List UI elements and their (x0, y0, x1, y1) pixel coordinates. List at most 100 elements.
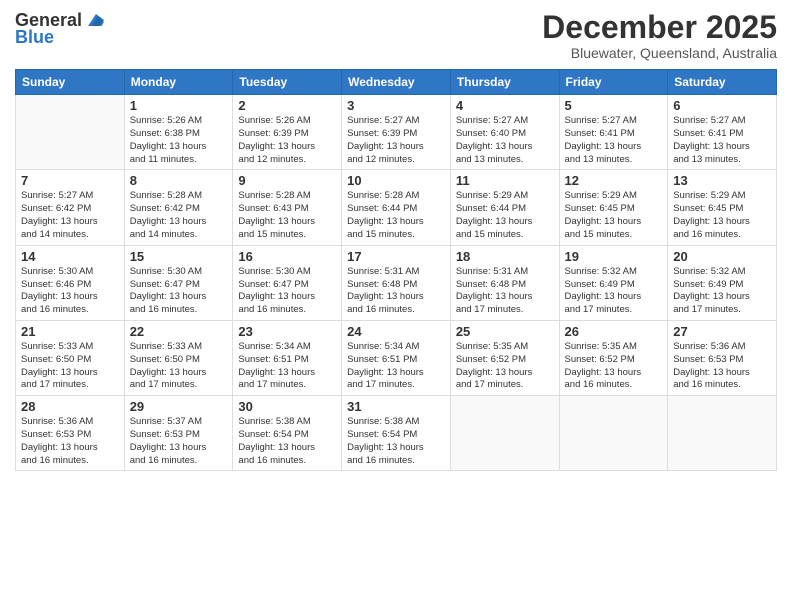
day-info: Sunrise: 5:33 AMSunset: 6:50 PMDaylight:… (130, 341, 228, 392)
day-info: Sunrise: 5:26 AMSunset: 6:39 PMDaylight:… (238, 115, 336, 166)
calendar-week-row: 21 Sunrise: 5:33 AMSunset: 6:50 PMDayligh… (16, 320, 777, 395)
day-number: 21 (21, 324, 119, 339)
table-row: 29 Sunrise: 5:37 AMSunset: 6:53 PMDayligh… (124, 396, 233, 471)
day-number: 5 (565, 98, 663, 113)
table-row: 31 Sunrise: 5:38 AMSunset: 6:54 PMDayligh… (342, 396, 451, 471)
day-number: 17 (347, 249, 445, 264)
day-number: 23 (238, 324, 336, 339)
day-info: Sunrise: 5:27 AMSunset: 6:42 PMDaylight:… (21, 190, 119, 241)
table-row: 21Sunrise: 5:33 AMSunset: 6:50 PMDayligh… (16, 320, 125, 395)
day-info: Sunrise: 5:30 AMSunset: 6:47 PMDaylight:… (238, 266, 336, 317)
table-row: 14 Sunrise: 5:30 AMSunset: 6:46 PMDayligh… (16, 245, 125, 320)
table-row (559, 396, 668, 471)
day-info: Sunrise: 5:35 AMSunset: 6:52 PMDaylight:… (456, 341, 554, 392)
day-info: Sunrise: 5:27 AMSunset: 6:41 PMDaylight:… (673, 115, 771, 166)
table-row: 2 Sunrise: 5:26 AMSunset: 6:39 PMDaylight… (233, 95, 342, 170)
day-info: Sunrise: 5:36 AMSunset: 6:53 PMDaylight:… (21, 416, 119, 467)
day-info: Sunrise: 5:38 AMSunset: 6:54 PMDaylight:… (347, 416, 445, 467)
calendar-header-row: Sunday Monday Tuesday Wednesday Thursday… (16, 70, 777, 95)
day-info: Sunrise: 5:27 AMSunset: 6:39 PMDaylight:… (347, 115, 445, 166)
table-row: 11 Sunrise: 5:29 AMSunset: 6:44 PMDayligh… (450, 170, 559, 245)
day-number: 30 (238, 399, 336, 414)
table-row: 13Sunrise: 5:29 AMSunset: 6:45 PMDayligh… (668, 170, 777, 245)
calendar-week-row: 1 Sunrise: 5:26 AMSunset: 6:38 PMDaylight… (16, 95, 777, 170)
day-info: Sunrise: 5:28 AMSunset: 6:43 PMDaylight:… (238, 190, 336, 241)
day-info: Sunrise: 5:27 AMSunset: 6:40 PMDaylight:… (456, 115, 554, 166)
day-number: 27 (673, 324, 771, 339)
day-number: 25 (456, 324, 554, 339)
col-saturday: Saturday (668, 70, 777, 95)
day-info: Sunrise: 5:35 AMSunset: 6:52 PMDaylight:… (565, 341, 663, 392)
day-number: 9 (238, 173, 336, 188)
day-info: Sunrise: 5:27 AMSunset: 6:41 PMDaylight:… (565, 115, 663, 166)
month-year-title: December 2025 (542, 10, 777, 45)
table-row: 23 Sunrise: 5:34 AMSunset: 6:51 PMDayligh… (233, 320, 342, 395)
day-info: Sunrise: 5:29 AMSunset: 6:45 PMDaylight:… (673, 190, 771, 241)
day-number: 16 (238, 249, 336, 264)
day-info: Sunrise: 5:37 AMSunset: 6:53 PMDaylight:… (130, 416, 228, 467)
day-number: 3 (347, 98, 445, 113)
day-number: 14 (21, 249, 119, 264)
day-info: Sunrise: 5:31 AMSunset: 6:48 PMDaylight:… (456, 266, 554, 317)
col-thursday: Thursday (450, 70, 559, 95)
table-row: 5 Sunrise: 5:27 AMSunset: 6:41 PMDaylight… (559, 95, 668, 170)
day-number: 6 (673, 98, 771, 113)
table-row: 18 Sunrise: 5:31 AMSunset: 6:48 PMDayligh… (450, 245, 559, 320)
day-number: 31 (347, 399, 445, 414)
table-row: 10Sunrise: 5:28 AMSunset: 6:44 PMDayligh… (342, 170, 451, 245)
page: General Blue December 2025 Bluewater, Qu… (0, 0, 792, 612)
calendar-week-row: 28Sunrise: 5:36 AMSunset: 6:53 PMDayligh… (16, 396, 777, 471)
table-row: 3 Sunrise: 5:27 AMSunset: 6:39 PMDaylight… (342, 95, 451, 170)
table-row: 28Sunrise: 5:36 AMSunset: 6:53 PMDayligh… (16, 396, 125, 471)
day-info: Sunrise: 5:34 AMSunset: 6:51 PMDaylight:… (347, 341, 445, 392)
table-row: 1 Sunrise: 5:26 AMSunset: 6:38 PMDaylight… (124, 95, 233, 170)
calendar-week-row: 14 Sunrise: 5:30 AMSunset: 6:46 PMDayligh… (16, 245, 777, 320)
table-row: 6 Sunrise: 5:27 AMSunset: 6:41 PMDaylight… (668, 95, 777, 170)
day-number: 15 (130, 249, 228, 264)
day-info: Sunrise: 5:28 AMSunset: 6:44 PMDaylight:… (347, 190, 445, 241)
day-number: 19 (565, 249, 663, 264)
table-row: 8Sunrise: 5:28 AMSunset: 6:42 PMDaylight… (124, 170, 233, 245)
col-tuesday: Tuesday (233, 70, 342, 95)
table-row: 9 Sunrise: 5:28 AMSunset: 6:43 PMDaylight… (233, 170, 342, 245)
logo: General Blue (15, 10, 104, 48)
table-row: 30 Sunrise: 5:38 AMSunset: 6:54 PMDayligh… (233, 396, 342, 471)
day-number: 11 (456, 173, 554, 188)
location-subtitle: Bluewater, Queensland, Australia (542, 45, 777, 61)
day-number: 2 (238, 98, 336, 113)
day-number: 1 (130, 98, 228, 113)
table-row (16, 95, 125, 170)
day-info: Sunrise: 5:30 AMSunset: 6:46 PMDaylight:… (21, 266, 119, 317)
col-monday: Monday (124, 70, 233, 95)
table-row: 27 Sunrise: 5:36 AMSunset: 6:53 PMDayligh… (668, 320, 777, 395)
table-row: 26 Sunrise: 5:35 AMSunset: 6:52 PMDayligh… (559, 320, 668, 395)
day-number: 7 (21, 173, 119, 188)
table-row: 12 Sunrise: 5:29 AMSunset: 6:45 PMDayligh… (559, 170, 668, 245)
calendar-table: Sunday Monday Tuesday Wednesday Thursday… (15, 69, 777, 471)
day-number: 4 (456, 98, 554, 113)
day-info: Sunrise: 5:38 AMSunset: 6:54 PMDaylight:… (238, 416, 336, 467)
table-row: 22Sunrise: 5:33 AMSunset: 6:50 PMDayligh… (124, 320, 233, 395)
day-number: 12 (565, 173, 663, 188)
table-row: 4 Sunrise: 5:27 AMSunset: 6:40 PMDaylight… (450, 95, 559, 170)
table-row (668, 396, 777, 471)
day-number: 18 (456, 249, 554, 264)
day-info: Sunrise: 5:31 AMSunset: 6:48 PMDaylight:… (347, 266, 445, 317)
day-number: 29 (130, 399, 228, 414)
table-row: 17 Sunrise: 5:31 AMSunset: 6:48 PMDayligh… (342, 245, 451, 320)
table-row: 20Sunrise: 5:32 AMSunset: 6:49 PMDayligh… (668, 245, 777, 320)
day-info: Sunrise: 5:29 AMSunset: 6:45 PMDaylight:… (565, 190, 663, 241)
day-number: 24 (347, 324, 445, 339)
header: General Blue December 2025 Bluewater, Qu… (15, 10, 777, 61)
table-row: 7 Sunrise: 5:27 AMSunset: 6:42 PMDaylight… (16, 170, 125, 245)
logo-blue: Blue (15, 27, 54, 48)
day-number: 26 (565, 324, 663, 339)
day-info: Sunrise: 5:36 AMSunset: 6:53 PMDaylight:… (673, 341, 771, 392)
title-block: December 2025 Bluewater, Queensland, Aus… (542, 10, 777, 61)
day-info: Sunrise: 5:29 AMSunset: 6:44 PMDaylight:… (456, 190, 554, 241)
table-row: 16 Sunrise: 5:30 AMSunset: 6:47 PMDayligh… (233, 245, 342, 320)
day-info: Sunrise: 5:30 AMSunset: 6:47 PMDaylight:… (130, 266, 228, 317)
day-info: Sunrise: 5:26 AMSunset: 6:38 PMDaylight:… (130, 115, 228, 166)
day-info: Sunrise: 5:34 AMSunset: 6:51 PMDaylight:… (238, 341, 336, 392)
table-row: 19Sunrise: 5:32 AMSunset: 6:49 PMDayligh… (559, 245, 668, 320)
